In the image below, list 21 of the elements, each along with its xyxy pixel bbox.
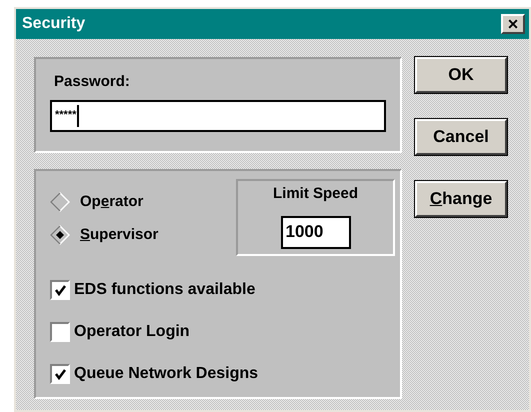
check-icon <box>54 284 66 296</box>
window-title: Security <box>22 14 86 34</box>
radio-button[interactable] <box>50 192 70 212</box>
checkbox-label[interactable]: Operator Login <box>74 320 190 344</box>
checkbox-label[interactable]: EDS functions available <box>74 278 256 302</box>
dialog-button[interactable]: Change <box>415 181 507 217</box>
check-icon <box>54 368 66 380</box>
checkbox[interactable] <box>50 280 70 300</box>
dialog-button[interactable]: OK <box>415 57 507 93</box>
limit-speed-field[interactable]: 1000 <box>280 216 350 248</box>
checkbox[interactable] <box>50 364 70 384</box>
radio-button[interactable] <box>50 224 70 245</box>
dialog-button[interactable]: Cancel <box>415 119 507 155</box>
password-field[interactable]: ***** <box>50 100 386 132</box>
password-label: Password: <box>54 72 131 92</box>
checkbox[interactable] <box>50 322 70 342</box>
checkbox-label[interactable]: Queue Network Designs <box>74 362 258 386</box>
radio-label[interactable]: Operator <box>80 191 144 214</box>
close-button[interactable]: × <box>501 14 525 34</box>
radio-label[interactable]: Supervisor <box>80 224 158 246</box>
limit-speed-label: Limit Speed <box>272 184 358 204</box>
